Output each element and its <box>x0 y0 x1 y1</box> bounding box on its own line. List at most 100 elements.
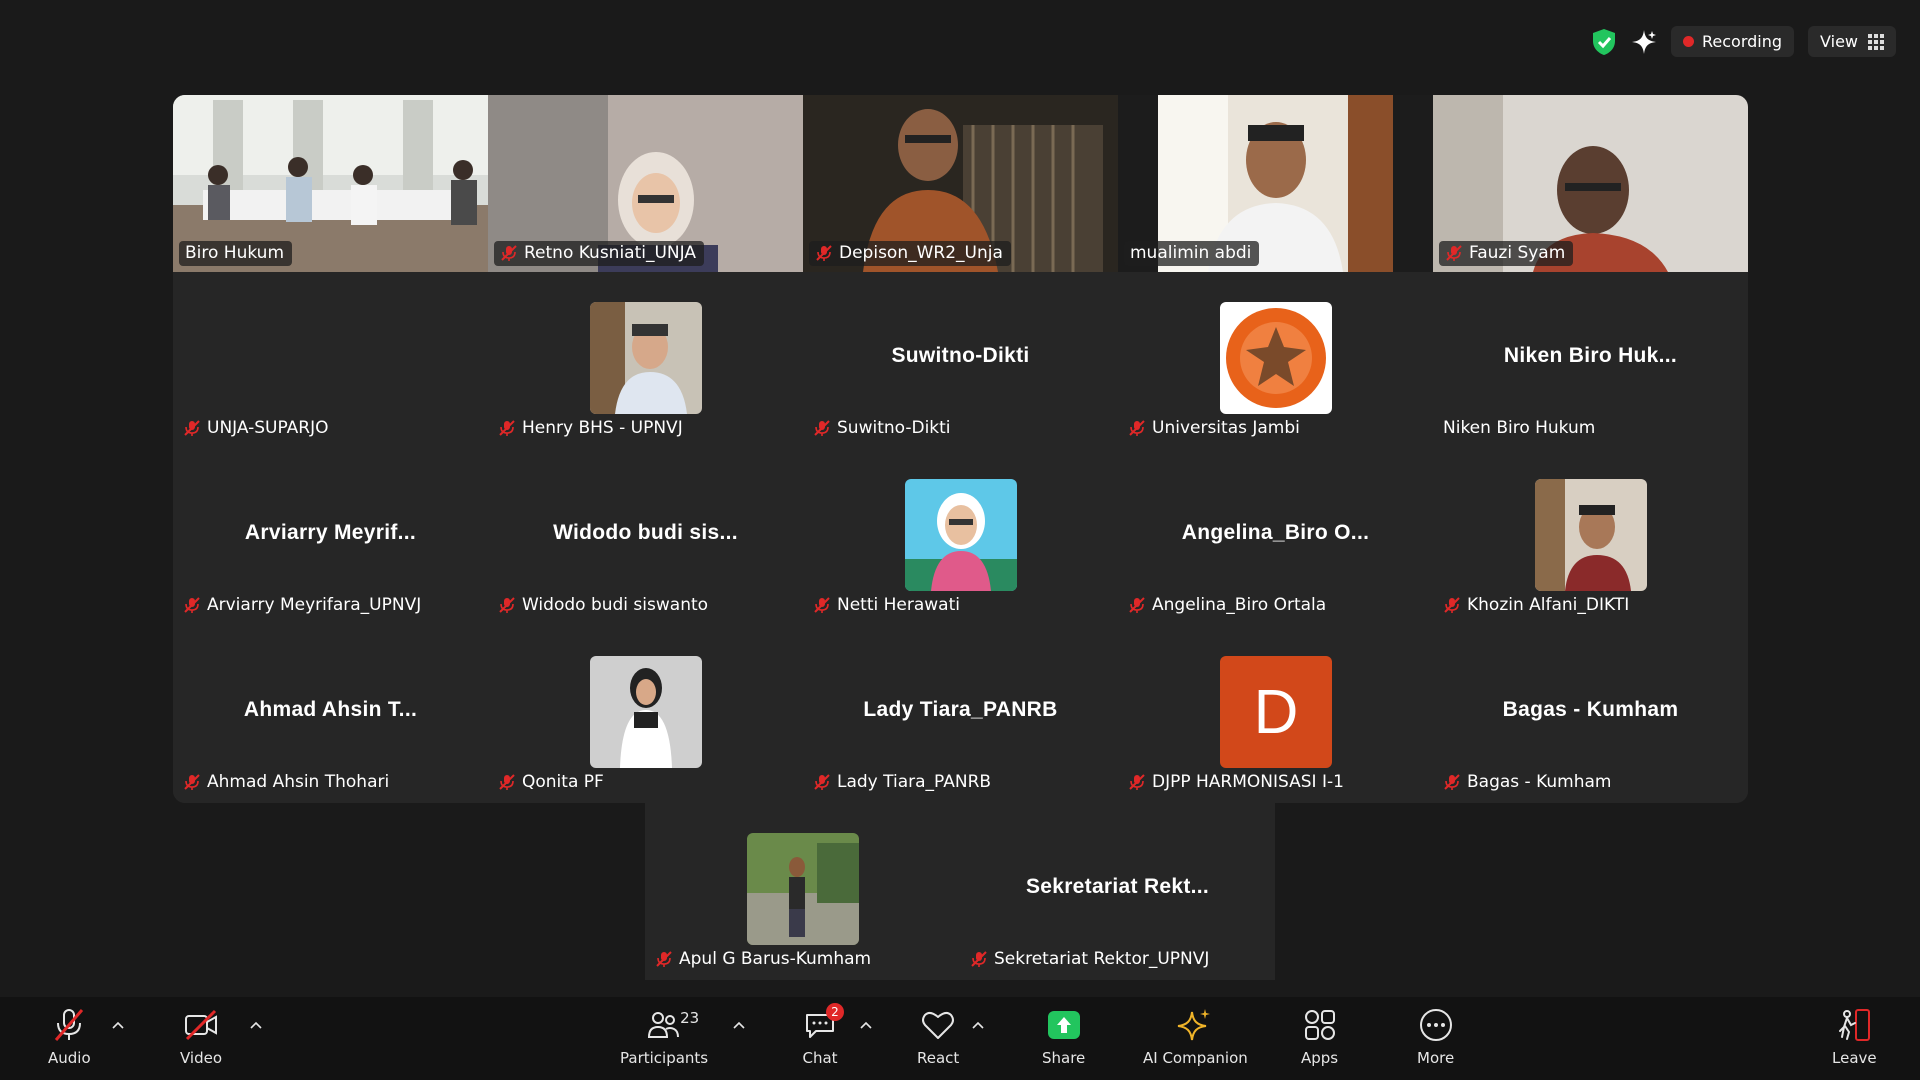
participant-name-tag: Netti Herawati <box>807 593 968 618</box>
participant-tile[interactable]: UNJA-SUPARJO <box>173 272 488 449</box>
mic-muted-icon <box>499 597 515 613</box>
encryption-shield-icon[interactable] <box>1591 28 1617 56</box>
participant-name-tag: Fauzi Syam <box>1439 241 1574 266</box>
participant-tile[interactable]: Niken Biro Huk... Niken Biro Hukum <box>1433 272 1748 449</box>
participant-tile[interactable]: Retno Kusniati_UNJA <box>488 95 803 272</box>
view-button[interactable]: View <box>1808 26 1896 57</box>
ai-companion-sparkle-icon <box>1178 1009 1211 1041</box>
mic-muted-icon <box>184 597 200 613</box>
audio-button[interactable]: Audio <box>48 1007 91 1067</box>
participant-display-name: Widodo budi sis... <box>553 521 738 544</box>
mic-muted-icon <box>184 420 200 436</box>
participant-display-name: Bagas - Kumham <box>1502 698 1679 721</box>
view-label: View <box>1820 32 1858 51</box>
participant-tile[interactable]: Lady Tiara_PANRB Lady Tiara_PANRB <box>803 626 1118 803</box>
participant-name: Depison_WR2_Unja <box>839 243 1003 263</box>
participant-name: Sekretariat Rektor_UPNVJ <box>994 949 1210 969</box>
participant-name-tag: Universitas Jambi <box>1122 416 1308 441</box>
participant-avatar <box>590 302 702 414</box>
react-label: React <box>917 1049 960 1067</box>
participant-name: Qonita PF <box>522 772 604 792</box>
mic-muted-icon <box>1444 774 1460 790</box>
participant-tile[interactable]: Universitas Jambi <box>1118 272 1433 449</box>
participant-tile[interactable]: Apul G Barus-Kumham <box>645 803 960 980</box>
mic-muted-icon <box>1129 774 1145 790</box>
participant-name: Lady Tiara_PANRB <box>837 772 992 792</box>
participant-tile[interactable]: Ahmad Ahsin T... Ahmad Ahsin Thohari <box>173 626 488 803</box>
participant-name-tag: Henry BHS - UPNVJ <box>492 416 691 441</box>
more-label: More <box>1417 1049 1455 1067</box>
participant-tile[interactable]: Widodo budi sis... Widodo budi siswanto <box>488 449 803 626</box>
participant-display-name: Sekretariat Rekt... <box>1025 875 1210 898</box>
participant-name-tag: Ahmad Ahsin Thohari <box>177 770 397 795</box>
leave-label: Leave <box>1832 1049 1877 1067</box>
mic-muted-icon <box>814 420 830 436</box>
participant-name: Universitas Jambi <box>1152 418 1300 438</box>
participant-tile[interactable]: Qonita PF <box>488 626 803 803</box>
participant-row-last: Apul G Barus-Kumham Sekretariat Rekt... … <box>645 803 1275 980</box>
share-screen-icon <box>1047 1011 1080 1039</box>
participant-tile[interactable]: Depison_WR2_Unja <box>803 95 1118 272</box>
participant-tile[interactable]: Sekretariat Rekt... Sekretariat Rektor_U… <box>960 803 1275 980</box>
participant-display-name: Ahmad Ahsin T... <box>243 698 418 721</box>
participants-button[interactable]: 23 Participants <box>620 1007 708 1067</box>
leave-button[interactable]: Leave <box>1832 1007 1877 1067</box>
university-logo-avatar <box>1220 302 1332 414</box>
react-options-chevron-icon[interactable] <box>972 1021 984 1029</box>
letter-avatar: D <box>1220 656 1332 768</box>
share-label: Share <box>1042 1049 1086 1067</box>
participant-name: DJPP HARMONISASI I-1 <box>1152 772 1344 792</box>
participant-tile[interactable]: Arviarry Meyrif... Arviarry Meyrifara_UP… <box>173 449 488 626</box>
apps-label: Apps <box>1301 1049 1339 1067</box>
chat-options-chevron-icon[interactable] <box>860 1021 872 1029</box>
apps-icon <box>1304 1010 1335 1040</box>
participant-tile[interactable]: Netti Herawati <box>803 449 1118 626</box>
apps-button[interactable]: Apps <box>1301 1007 1338 1067</box>
mic-muted-icon <box>499 420 515 436</box>
participant-name-tag: Biro Hukum <box>179 241 293 266</box>
share-button[interactable]: Share <box>1042 1007 1085 1067</box>
participant-row: UNJA-SUPARJO Henry BHS - UPNVJ Suwitno-D… <box>173 272 1748 449</box>
ai-companion-button[interactable]: AI Companion <box>1143 1007 1248 1067</box>
participant-name-tag: Lady Tiara_PANRB <box>807 770 999 795</box>
participant-display-name: Suwitno-Dikti <box>891 344 1030 367</box>
participant-tile[interactable]: Bagas - Kumham Bagas - Kumham <box>1433 626 1748 803</box>
recording-indicator[interactable]: Recording <box>1671 26 1795 57</box>
participant-name: Khozin Alfani_DIKTI <box>1467 595 1630 615</box>
more-button[interactable]: More <box>1417 1007 1454 1067</box>
participant-name-tag: mualimin abdi <box>1124 241 1260 266</box>
mic-muted-icon <box>501 245 517 261</box>
avatar-letter: D <box>1253 677 1299 747</box>
video-row: Biro Hukum Retno Kusniati_UNJA Depison_W… <box>173 95 1748 272</box>
participant-name-tag: UNJA-SUPARJO <box>177 416 337 441</box>
ai-sparkle-icon[interactable] <box>1631 29 1657 55</box>
participant-tile[interactable]: Suwitno-Dikti Suwitno-Dikti <box>803 272 1118 449</box>
participant-name: UNJA-SUPARJO <box>207 418 329 438</box>
participants-options-chevron-icon[interactable] <box>733 1021 745 1029</box>
video-button[interactable]: Video <box>180 1007 222 1067</box>
participant-tile[interactable]: Biro Hukum <box>173 95 488 272</box>
participant-name: Fauzi Syam <box>1469 243 1566 263</box>
react-button[interactable]: React <box>917 1007 959 1067</box>
participant-tile[interactable]: Angelina_Biro O... Angelina_Biro Ortala <box>1118 449 1433 626</box>
participant-tile[interactable]: Fauzi Syam <box>1433 95 1748 272</box>
meeting-top-bar: Recording View <box>0 0 1920 80</box>
participant-display-name: Lady Tiara_PANRB <box>863 698 1058 721</box>
meeting-toolbar: Audio Video 23 Participants 2 Chat React… <box>0 997 1920 1080</box>
participant-name-tag: Sekretariat Rektor_UPNVJ <box>964 947 1217 972</box>
participant-avatar <box>747 833 859 945</box>
participant-name: Apul G Barus-Kumham <box>679 949 872 969</box>
audio-options-chevron-icon[interactable] <box>112 1021 124 1029</box>
video-options-chevron-icon[interactable] <box>250 1021 262 1029</box>
chat-button[interactable]: 2 Chat <box>802 1003 844 1067</box>
participant-name-tag: Khozin Alfani_DIKTI <box>1437 593 1637 618</box>
participant-avatar <box>590 656 702 768</box>
leave-icon <box>1839 1009 1871 1041</box>
participant-name: Netti Herawati <box>837 595 960 615</box>
participant-tile[interactable]: Khozin Alfani_DIKTI <box>1433 449 1748 626</box>
participant-tile[interactable]: D DJPP HARMONISASI I-1 <box>1118 626 1433 803</box>
participant-tile-active-speaker[interactable]: mualimin abdi <box>1118 95 1433 272</box>
participant-name-tag: Niken Biro Hukum <box>1437 416 1603 441</box>
participant-tile[interactable]: Henry BHS - UPNVJ <box>488 272 803 449</box>
mic-muted-icon <box>1444 597 1460 613</box>
